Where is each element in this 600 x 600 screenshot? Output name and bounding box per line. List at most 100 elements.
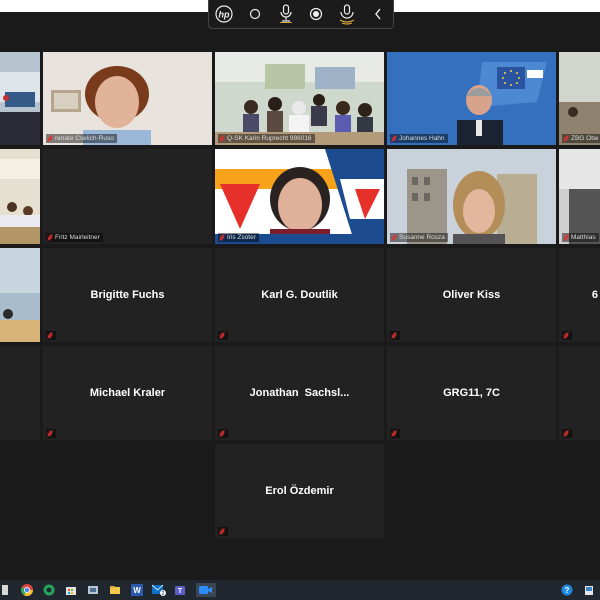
participant-name: 6 xyxy=(591,289,598,301)
participant-label: Johannes Hahn xyxy=(390,134,448,143)
notification-icon[interactable] xyxy=(582,583,596,597)
muted-mic-icon xyxy=(563,135,569,142)
participant-label: ZBG Obe xyxy=(562,134,600,143)
classroom-video xyxy=(559,52,600,145)
participant-label xyxy=(562,429,572,438)
voice-icon[interactable] xyxy=(336,3,358,25)
muted-mic-icon xyxy=(563,430,569,437)
empty-tile-right[interactable] xyxy=(559,346,600,440)
name-tile-erol[interactable]: Erol Özdemir xyxy=(215,444,384,538)
video-tile-zbg-partial[interactable]: ZBG Obe xyxy=(559,52,600,145)
muted-mic-icon xyxy=(219,430,225,437)
muted-mic-icon xyxy=(47,430,53,437)
participant-name: Erol Özdemir xyxy=(265,485,334,497)
store-icon[interactable] xyxy=(64,583,78,597)
name-tile-partial[interactable]: 6 xyxy=(559,248,600,342)
svg-text:?: ? xyxy=(565,586,570,595)
participant-label: renate Cselich-Ruso xyxy=(46,134,117,143)
muted-mic-icon xyxy=(391,234,397,241)
mail-icon[interactable]: 2 xyxy=(152,583,166,597)
zoom-icon[interactable] xyxy=(196,583,216,597)
participant-label xyxy=(218,429,228,438)
svg-text:2: 2 xyxy=(162,591,165,596)
files-icon[interactable] xyxy=(108,583,122,597)
participant-label: Matthias xyxy=(562,233,599,242)
name-tile-jonathan[interactable]: Jonathan Sachsl... xyxy=(215,346,384,440)
muted-mic-icon xyxy=(219,135,225,142)
video-tile-fritz[interactable]: Fritz Mairleitner xyxy=(43,149,212,244)
mic-icon[interactable] xyxy=(275,3,297,25)
video-tile-left-partial-3[interactable] xyxy=(0,248,40,342)
participant-label xyxy=(46,429,56,438)
snip-icon[interactable] xyxy=(86,583,100,597)
participant-label xyxy=(390,429,400,438)
browser-icon[interactable] xyxy=(42,583,56,597)
name-tile-brigitte[interactable]: Brigitte Fuchs xyxy=(43,248,212,342)
participant-video xyxy=(559,149,600,244)
muted-mic-icon xyxy=(391,332,397,339)
participant-video xyxy=(215,149,384,244)
participant-name: Brigitte Fuchs xyxy=(90,289,165,301)
participant-video xyxy=(387,149,556,244)
muted-mic-icon xyxy=(47,332,53,339)
camera-icon[interactable] xyxy=(244,3,266,25)
muted-mic-icon xyxy=(219,528,225,535)
participant-label xyxy=(562,331,572,340)
empty-tile-left[interactable] xyxy=(0,346,40,440)
video-tile-matthias-partial[interactable]: Matthias xyxy=(559,149,600,244)
participant-name: Fritz Mairleitner xyxy=(55,234,100,241)
participant-name: Michael Kraler xyxy=(89,387,166,399)
participant-video xyxy=(387,52,556,145)
participant-label xyxy=(46,331,56,340)
participant-name: Q-SK Karin Ruprecht 986016 xyxy=(227,135,312,142)
video-tile-left-partial-2[interactable] xyxy=(0,149,40,244)
zoom-gallery: renate Cselich-Ruso Q-SK Karin Ruprecht … xyxy=(0,12,600,580)
chrome-icon[interactable] xyxy=(20,583,34,597)
participant-name: GRG11, 7C xyxy=(443,387,500,399)
participant-name: Jonathan Sachsl... xyxy=(249,387,350,399)
svg-text:W: W xyxy=(133,586,141,595)
participant-name: Oliver Kiss xyxy=(442,289,501,301)
video-tile-iris[interactable]: Iris Zsoter xyxy=(215,149,384,244)
svg-text:T: T xyxy=(178,588,183,595)
help-icon[interactable]: ? xyxy=(560,583,574,597)
hp-logo-icon: hp xyxy=(213,3,235,25)
muted-mic-icon xyxy=(219,234,225,241)
muted-mic-icon xyxy=(391,430,397,437)
participant-video xyxy=(0,248,40,342)
classroom-video xyxy=(215,52,384,145)
participant-video xyxy=(43,52,212,145)
windows-taskbar: W 2 T ? xyxy=(0,580,600,600)
video-tile-karin[interactable]: Q-SK Karin Ruprecht 986016 xyxy=(215,52,384,145)
muted-mic-icon xyxy=(47,234,53,241)
muted-mic-icon xyxy=(563,332,569,339)
video-tile-johannes-active-speaker[interactable]: Johannes Hahn xyxy=(387,52,556,145)
record-icon[interactable] xyxy=(305,3,327,25)
video-tile-left-partial[interactable] xyxy=(0,52,40,145)
muted-mic-icon xyxy=(219,332,225,339)
video-tile-susanne[interactable]: Susanne Rosza xyxy=(387,149,556,244)
video-tile-renate[interactable]: renate Cselich-Ruso xyxy=(43,52,212,145)
collapse-icon[interactable] xyxy=(367,3,389,25)
start-icon[interactable] xyxy=(2,583,8,597)
participant-name: Karl G. Doutlik xyxy=(261,289,338,301)
muted-mic-icon xyxy=(391,135,397,142)
participant-name: renate Cselich-Ruso xyxy=(55,135,114,142)
participant-name: Matthias xyxy=(571,234,596,241)
participant-label xyxy=(390,331,400,340)
classroom-video xyxy=(0,149,40,244)
participant-label: Susanne Rosza xyxy=(390,233,448,242)
participant-label: Fritz Mairleitner xyxy=(46,233,103,242)
name-tile-michael[interactable]: Michael Kraler xyxy=(43,346,212,440)
name-tile-oliver[interactable]: Oliver Kiss xyxy=(387,248,556,342)
conference-room-video xyxy=(0,52,40,145)
participant-name: Johannes Hahn xyxy=(399,135,445,142)
participant-name: ZBG Obe xyxy=(571,135,599,142)
muted-mic-icon xyxy=(563,234,569,241)
hp-camera-toolbar: hp xyxy=(208,0,394,29)
word-icon[interactable]: W xyxy=(130,583,144,597)
name-tile-grg11[interactable]: GRG11, 7C xyxy=(387,346,556,440)
teams-icon[interactable]: T xyxy=(174,583,188,597)
name-tile-karl[interactable]: Karl G. Doutlik xyxy=(215,248,384,342)
svg-text:hp: hp xyxy=(219,10,230,20)
